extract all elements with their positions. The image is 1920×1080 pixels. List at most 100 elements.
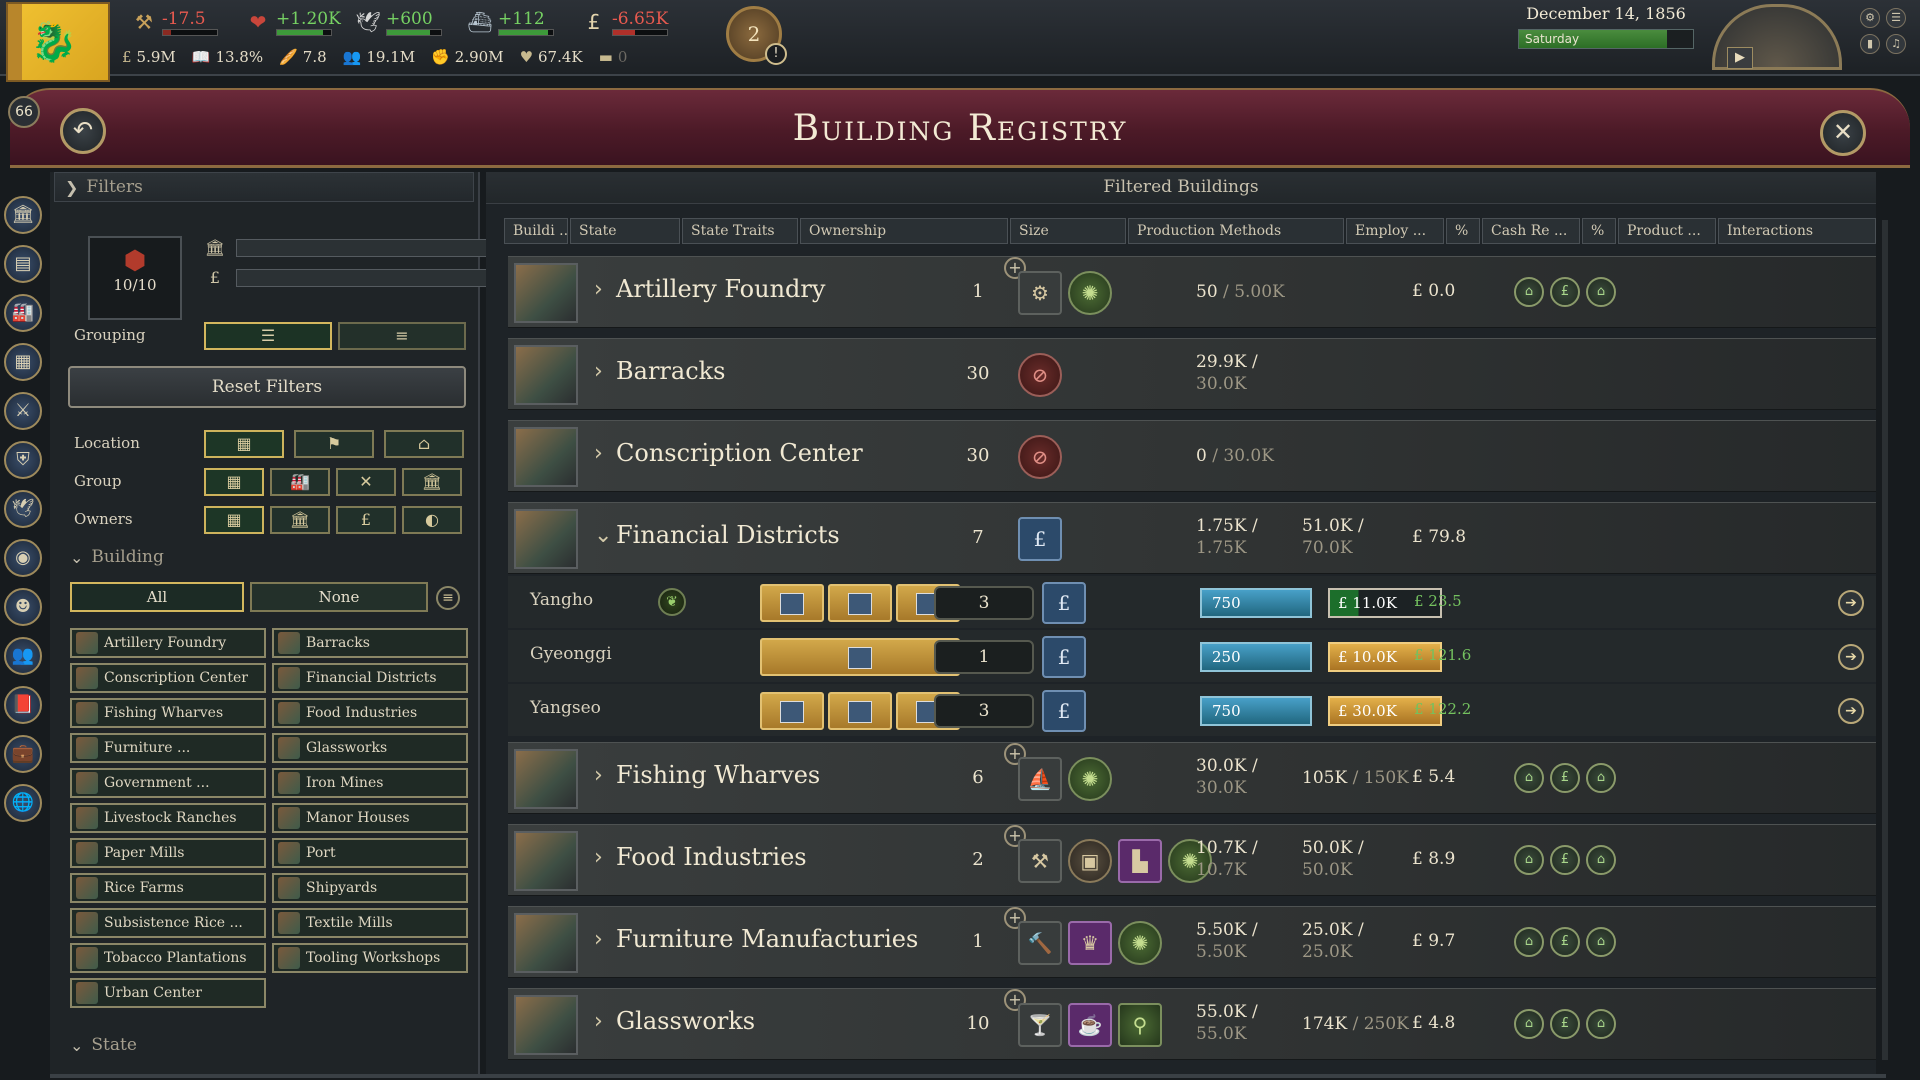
filter-conscription-center[interactable]: Conscription Center <box>70 663 266 693</box>
group-industry-button[interactable]: 🏭 <box>270 468 330 496</box>
filter-textile-mills[interactable]: Textile Mills <box>272 908 468 938</box>
country-rank-badge[interactable]: 66 <box>8 96 40 128</box>
subsidize-icon[interactable]: £ <box>1550 845 1580 875</box>
buildings-scrollbar[interactable] <box>1882 220 1888 1060</box>
chevron-down-icon[interactable]: ⌄ <box>594 523 612 548</box>
downsize-icon[interactable]: ⌂ <box>1514 763 1544 793</box>
col-state[interactable]: State <box>570 218 680 244</box>
table-row[interactable]: ⌄ Financial Districts 7 £ 1.75K /1.75K 5… <box>508 502 1876 574</box>
col-state-traits[interactable]: State Traits <box>682 218 798 244</box>
expand-icon[interactable]: ⌂ <box>1586 845 1616 875</box>
hammer-method-icon[interactable]: 🔨 <box>1018 921 1062 965</box>
filter-artillery-foundry[interactable]: Artillery Foundry <box>70 628 266 658</box>
world-icon[interactable]: 🌐 <box>4 784 42 822</box>
expand-icon[interactable]: ⌂ <box>1586 927 1616 957</box>
col-productivity[interactable]: Product ... <box>1618 218 1716 244</box>
no-conscripts-icon[interactable]: ⊘ <box>1018 435 1062 479</box>
filter-rice-farms[interactable]: Rice Farms <box>70 873 266 903</box>
select-none-button[interactable]: None <box>250 582 428 612</box>
col-cash-reserves[interactable]: Cash Re ... <box>1482 218 1580 244</box>
automation-method-icon[interactable]: ✺ <box>1068 271 1112 315</box>
filter-livestock-ranches[interactable]: Livestock Ranches <box>70 803 266 833</box>
reset-filters-button[interactable]: Reset Filters <box>68 366 466 408</box>
naval-resource[interactable]: ⛴ +112 <box>466 5 554 39</box>
go-to-arrow-icon[interactable]: ➔ <box>1838 698 1864 724</box>
treasury-resource[interactable]: £ -6.65K <box>580 5 668 39</box>
col-size[interactable]: Size <box>1010 218 1126 244</box>
owner-icon[interactable] <box>760 584 824 622</box>
col-production-methods[interactable]: Production Methods <box>1128 218 1344 244</box>
play-icon[interactable]: ▶ <box>1727 47 1753 69</box>
cannon-method-icon[interactable]: ⚙ <box>1018 271 1062 315</box>
filters-header[interactable]: ❯ Filters <box>54 172 474 202</box>
influence-resource[interactable]: ❤ +1.20K <box>244 5 341 39</box>
filter-food-industries[interactable]: Food Industries <box>272 698 468 728</box>
filter-furniture[interactable]: Furniture ... <box>70 733 266 763</box>
table-row[interactable]: › Glassworks 10 + 🍸 ☕ ⚲ 55.0K /55.0K 174… <box>508 988 1876 1060</box>
col-cash-pct[interactable]: % <box>1582 218 1616 244</box>
grouping-list-button[interactable]: ≡ <box>338 322 466 350</box>
owners-government-button[interactable]: 🏛 <box>270 506 330 534</box>
subsidize-icon[interactable]: £ <box>1550 927 1580 957</box>
automation-method-icon[interactable]: ✺ <box>1068 757 1112 801</box>
downsize-icon[interactable]: ⌂ <box>1514 927 1544 957</box>
settings-icon[interactable]: ⚙ <box>1860 8 1880 28</box>
automation-method-icon[interactable]: ✺ <box>1118 921 1162 965</box>
filter-subsistence-rice[interactable]: Subsistence Rice ... <box>70 908 266 938</box>
table-row[interactable]: › Furniture Manufacturies 1 + 🔨 ♛ ✺ 5.50… <box>508 906 1876 978</box>
mill-method-icon[interactable]: ⚒ <box>1018 839 1062 883</box>
financial-method-icon[interactable]: £ <box>1042 690 1086 732</box>
owners-foreign-button[interactable]: ◐ <box>402 506 462 534</box>
menu-icon[interactable]: ☰ <box>1886 8 1906 28</box>
group-farm-button[interactable]: ✕ <box>336 468 396 496</box>
chevron-right-icon[interactable]: › <box>594 845 603 870</box>
filter-tobacco-plantations[interactable]: Tobacco Plantations <box>70 943 266 973</box>
col-interactions[interactable]: Interactions <box>1718 218 1876 244</box>
back-button[interactable]: ↶ <box>60 108 106 154</box>
chevron-right-icon[interactable]: › <box>594 927 603 952</box>
sprout-trait-icon[interactable]: ❦ <box>658 588 686 616</box>
owners-all-button[interactable]: ▦ <box>204 506 264 534</box>
loyalty-stat[interactable]: ♥ 67.4K <box>520 48 583 66</box>
table-row[interactable]: › Fishing Wharves 6 + ⛵ ✺ 30.0K /30.0K 1… <box>508 742 1876 814</box>
chevron-right-icon[interactable]: › <box>594 359 603 384</box>
authority-resource[interactable]: ⚒ -17.5 <box>130 5 218 39</box>
subsidize-icon[interactable]: £ <box>1550 1009 1580 1039</box>
buildings-icon[interactable]: 🏭 <box>4 294 42 332</box>
financial-method-icon[interactable]: £ <box>1042 636 1086 678</box>
culture-icon[interactable]: ☻ <box>4 588 42 626</box>
group-urban-button[interactable]: 🏛 <box>402 468 462 496</box>
col-employment-pct[interactable]: % <box>1446 218 1480 244</box>
expand-icon[interactable]: ⌂ <box>1586 1009 1616 1039</box>
population-stat[interactable]: 👥 19.1M <box>343 48 415 66</box>
table-row[interactable]: › Barracks 30 ⊘ 29.9K /30.0K <box>508 338 1876 410</box>
state-row[interactable]: Yangseo 3 £ 750 £ 30.0K £ 122.2 ➔ <box>508 684 1876 736</box>
downsize-icon[interactable]: ⌂ <box>1514 1009 1544 1039</box>
close-button[interactable]: ✕ <box>1820 110 1866 156</box>
location-all-button[interactable]: ▦ <box>204 430 284 458</box>
owner-icon[interactable] <box>760 638 960 676</box>
building-section-header[interactable]: ⌄ Building <box>60 542 474 572</box>
filter-iron-mines[interactable]: Iron Mines <box>272 768 468 798</box>
canning-method-icon[interactable]: ▣ <box>1068 839 1112 883</box>
chevron-right-icon[interactable]: › <box>594 277 603 302</box>
go-to-arrow-icon[interactable]: ➔ <box>1838 644 1864 670</box>
gdp-stat[interactable]: £5.9M <box>122 48 176 66</box>
military-icon[interactable]: ⚔ <box>4 392 42 430</box>
bureaucracy-nav-icon[interactable]: 🕊 <box>4 490 42 528</box>
journal-nav-icon[interactable]: 📕 <box>4 686 42 724</box>
col-building[interactable]: Buildi ... <box>504 218 568 244</box>
boat-method-icon[interactable]: ⛵ <box>1018 757 1062 801</box>
select-all-button[interactable]: All <box>70 582 244 612</box>
journal-button[interactable]: 2! <box>726 6 787 65</box>
table-row[interactable]: › Artillery Foundry 1 + ⚙ ✺ 50 / 5.00K £… <box>508 256 1876 328</box>
game-speed-clock[interactable]: ▶ <box>1712 4 1842 70</box>
chevron-right-icon[interactable]: › <box>594 441 603 466</box>
state-section-header[interactable]: ⌄ State <box>60 1030 474 1060</box>
day-progress[interactable]: Saturday <box>1518 29 1694 49</box>
glass-method-icon[interactable]: 🍸 <box>1018 1003 1062 1047</box>
diplomacy-icon[interactable]: ⛨ <box>4 441 42 479</box>
filter-financial-districts[interactable]: Financial Districts <box>272 663 468 693</box>
filter-glassworks[interactable]: Glassworks <box>272 733 468 763</box>
expand-icon[interactable]: ⌂ <box>1586 763 1616 793</box>
